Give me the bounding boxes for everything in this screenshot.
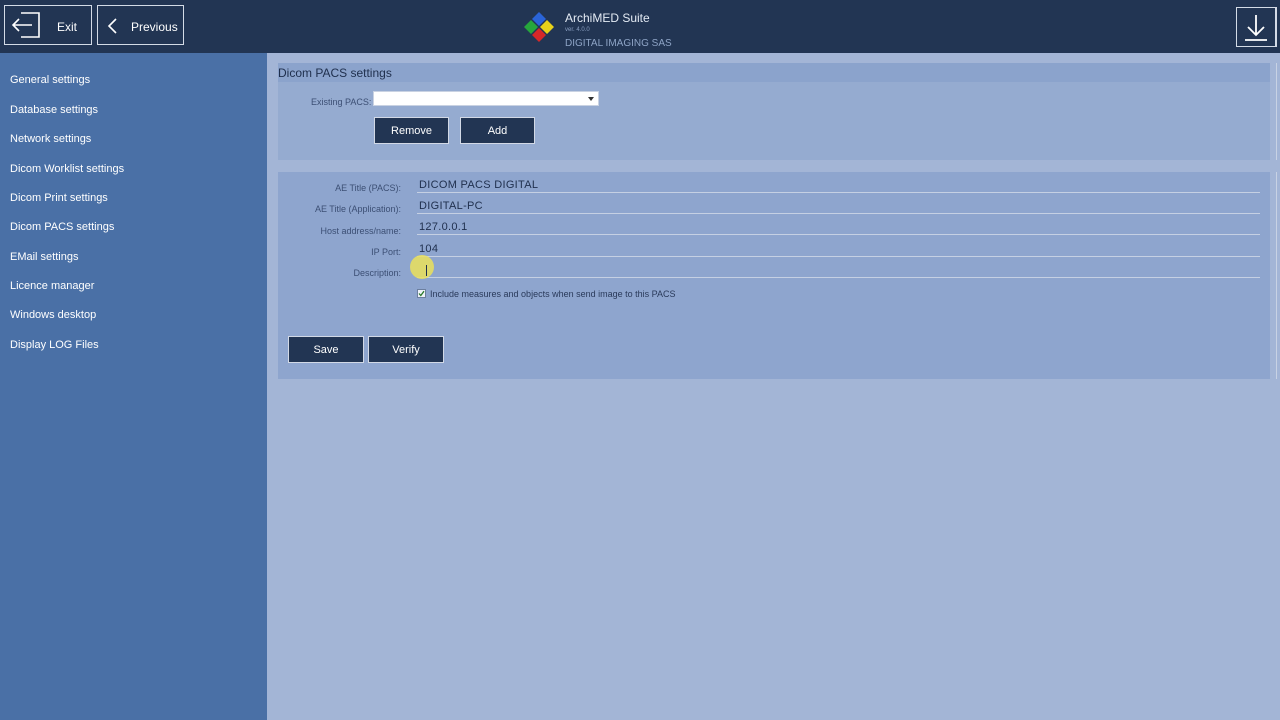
checkmark-icon bbox=[418, 290, 425, 297]
ip-port-input[interactable]: 104 bbox=[419, 243, 438, 255]
page-title: Dicom PACS settings bbox=[278, 66, 392, 80]
previous-button[interactable]: Previous bbox=[97, 5, 184, 45]
exit-icon bbox=[11, 12, 40, 38]
exit-button[interactable]: Exit bbox=[4, 5, 92, 45]
sidebar-item-network[interactable]: Network settings bbox=[10, 133, 91, 145]
right-edge-line bbox=[1276, 172, 1277, 379]
right-edge-line bbox=[1276, 63, 1277, 160]
sidebar-item-licence[interactable]: Licence manager bbox=[10, 280, 94, 292]
field-underline bbox=[417, 234, 1260, 235]
download-button[interactable] bbox=[1236, 7, 1276, 47]
field-underline bbox=[417, 213, 1260, 214]
existing-pacs-select[interactable] bbox=[373, 91, 599, 106]
company-name: DIGITAL IMAGING SAS bbox=[565, 38, 672, 49]
sidebar-item-email[interactable]: EMail settings bbox=[10, 251, 78, 263]
field-underline bbox=[417, 192, 1260, 193]
top-bar: Exit Previous ArchiMED Suite ver. 4.0.0 … bbox=[0, 0, 1280, 53]
sidebar-item-windows-desktop[interactable]: Windows desktop bbox=[10, 309, 96, 321]
add-button[interactable]: Add bbox=[460, 117, 535, 144]
include-measures-checkbox[interactable] bbox=[417, 289, 426, 298]
next-toolbar-button[interactable] bbox=[1276, 7, 1280, 47]
field-underline bbox=[417, 277, 1260, 278]
download-icon bbox=[1245, 15, 1267, 41]
app-version: ver. 4.0.0 bbox=[565, 27, 590, 33]
chevron-left-icon bbox=[107, 18, 117, 34]
exit-label: Exit bbox=[57, 20, 78, 34]
sidebar-item-general[interactable]: General settings bbox=[10, 74, 90, 86]
existing-pacs-label: Existing PACS: bbox=[311, 97, 372, 107]
sidebar: General settings Database settings Netwo… bbox=[0, 53, 267, 720]
pacs-section-header bbox=[278, 63, 1270, 82]
sidebar-item-dicom-print[interactable]: Dicom Print settings bbox=[10, 192, 108, 204]
remove-button[interactable]: Remove bbox=[374, 117, 449, 144]
chevron-down-icon bbox=[588, 97, 594, 101]
ae-title-pacs-input[interactable]: DICOM PACS DIGITAL bbox=[419, 179, 538, 191]
text-cursor-icon bbox=[426, 265, 427, 276]
sidebar-item-dicom-worklist[interactable]: Dicom Worklist settings bbox=[10, 163, 124, 175]
description-label: Description: bbox=[353, 268, 401, 278]
ae-title-pacs-label: AE Title (PACS): bbox=[335, 183, 401, 193]
field-underline bbox=[417, 256, 1260, 257]
previous-label: Previous bbox=[131, 20, 178, 34]
host-address-input[interactable]: 127.0.0.1 bbox=[419, 221, 468, 233]
ip-port-label: IP Port: bbox=[371, 247, 401, 257]
host-address-label: Host address/name: bbox=[320, 226, 401, 236]
verify-button[interactable]: Verify bbox=[368, 336, 444, 363]
save-button[interactable]: Save bbox=[288, 336, 364, 363]
cursor-highlight bbox=[410, 255, 434, 279]
sidebar-item-database[interactable]: Database settings bbox=[10, 104, 98, 116]
sidebar-item-log-files[interactable]: Display LOG Files bbox=[10, 339, 99, 351]
ae-title-application-label: AE Title (Application): bbox=[314, 204, 401, 214]
sidebar-item-dicom-pacs[interactable]: Dicom PACS settings bbox=[10, 221, 114, 233]
archimed-logo-icon bbox=[524, 12, 554, 42]
app-name: ArchiMED Suite bbox=[565, 11, 650, 25]
ae-title-application-input[interactable]: DIGITAL-PC bbox=[419, 200, 483, 212]
include-measures-label: Include measures and objects when send i… bbox=[430, 289, 676, 299]
